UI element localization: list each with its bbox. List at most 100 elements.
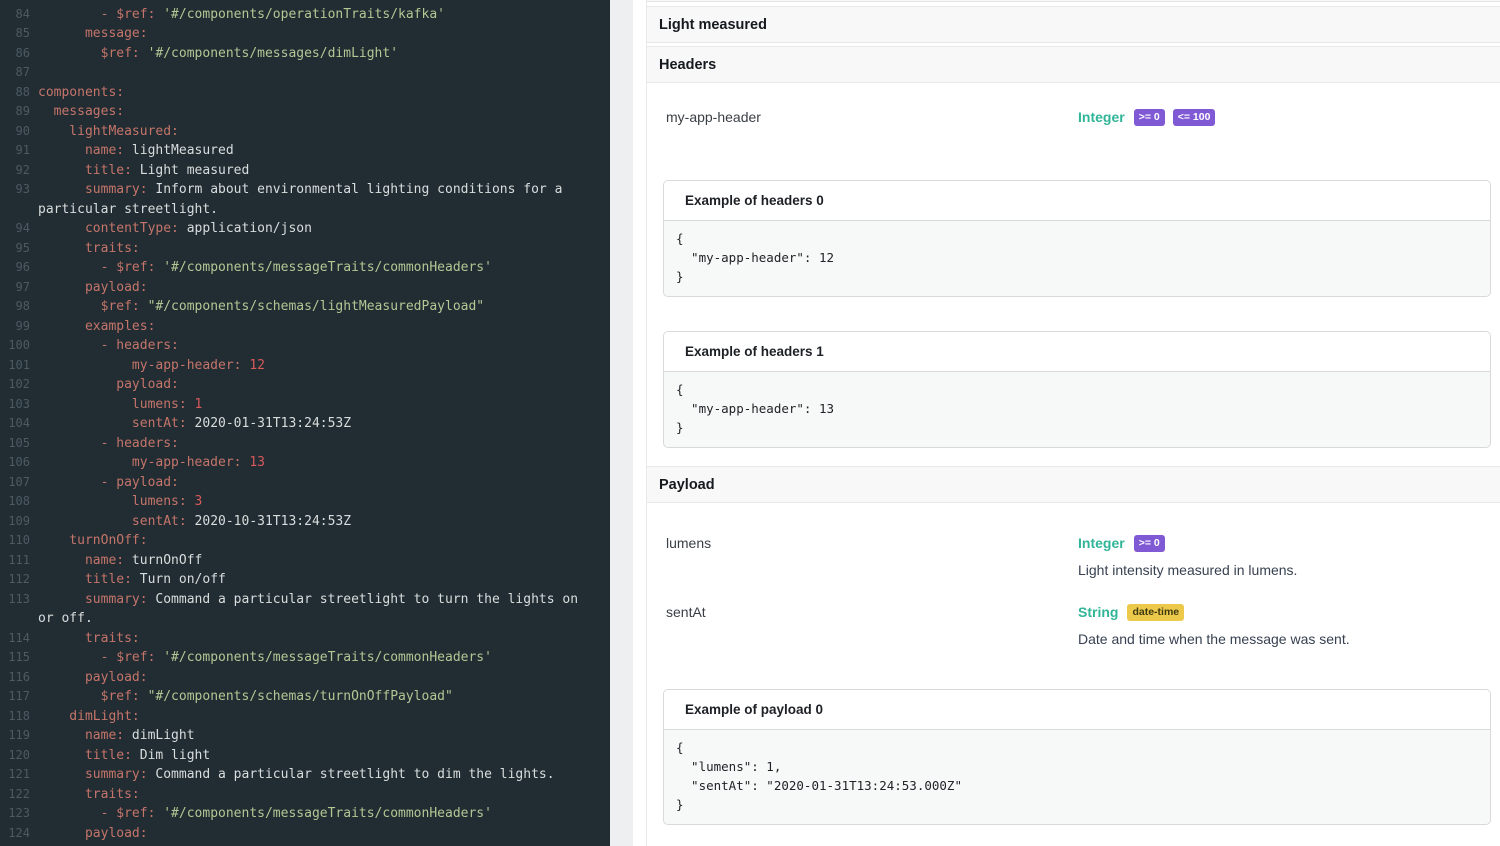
line-number: 111 <box>0 551 30 571</box>
format-badge: date-time <box>1127 604 1184 621</box>
code-line[interactable]: 100 - headers: <box>0 336 610 356</box>
line-number: 124 <box>0 824 30 844</box>
previous-section-edge <box>647 0 1500 2</box>
code-line[interactable]: or off. <box>0 609 610 629</box>
code-lines: 83 traits:84 - $ref: '#/components/opera… <box>0 0 610 843</box>
line-number: 97 <box>0 278 30 298</box>
line-number: 114 <box>0 629 30 649</box>
line-number: 119 <box>0 726 30 746</box>
code-line[interactable]: 102 payload: <box>0 375 610 395</box>
property-row-lumens: lumens Integer >= 0 Light intensity meas… <box>647 533 1500 580</box>
code-editor[interactable]: 83 traits:84 - $ref: '#/components/opera… <box>0 0 610 846</box>
code-line[interactable]: 124 payload: <box>0 824 610 844</box>
payload-section-title: Payload <box>659 477 715 493</box>
line-number: 84 <box>0 5 30 25</box>
example-json: { "my-app-header": 13 } <box>664 372 1490 447</box>
line-number: 104 <box>0 414 30 434</box>
code-line[interactable]: 118 dimLight: <box>0 707 610 727</box>
code-line[interactable]: 116 payload: <box>0 668 610 688</box>
code-line[interactable]: 107 - payload: <box>0 473 610 493</box>
line-number: 118 <box>0 707 30 727</box>
code-line[interactable]: 85 message: <box>0 24 610 44</box>
code-line[interactable]: particular streetlight. <box>0 200 610 220</box>
property-row-sentAt: sentAt String date-time Date and time wh… <box>647 602 1500 649</box>
line-number: 102 <box>0 375 30 395</box>
line-number: 110 <box>0 531 30 551</box>
code-line[interactable]: 105 - headers: <box>0 434 610 454</box>
line-number: 113 <box>0 590 30 610</box>
payload-section-bar[interactable]: Payload <box>647 466 1500 503</box>
property-name: my-app-header <box>666 107 1078 127</box>
example-title: Example of payload 0 <box>685 702 823 717</box>
code-line[interactable]: 119 name: dimLight <box>0 726 610 746</box>
property-name: lumens <box>666 533 1078 580</box>
code-line[interactable]: 111 name: turnOnOff <box>0 551 610 571</box>
headers-example-1: Example of headers 1 { "my-app-header": … <box>663 331 1491 448</box>
line-number: 96 <box>0 258 30 278</box>
code-line[interactable]: 97 payload: <box>0 278 610 298</box>
code-line[interactable]: 90 lightMeasured: <box>0 122 610 142</box>
code-line[interactable]: 108 lumens: 3 <box>0 492 610 512</box>
line-number: 103 <box>0 395 30 415</box>
code-line[interactable]: 87 <box>0 63 610 83</box>
message-title-bar: Light measured <box>647 6 1500 43</box>
code-line[interactable]: 113 summary: Command a particular street… <box>0 590 610 610</box>
code-line[interactable]: 92 title: Light measured <box>0 161 610 181</box>
code-line[interactable]: 89 messages: <box>0 102 610 122</box>
asyncapi-studio: 83 traits:84 - $ref: '#/components/opera… <box>0 0 1500 846</box>
code-line[interactable]: 88components: <box>0 83 610 103</box>
property-type: Integer <box>1078 109 1125 125</box>
line-number <box>0 609 30 629</box>
example-title: Example of headers 0 <box>685 193 824 208</box>
code-line[interactable]: 91 name: lightMeasured <box>0 141 610 161</box>
constraint-badge: >= 0 <box>1134 109 1165 126</box>
code-line[interactable]: 94 contentType: application/json <box>0 219 610 239</box>
property-name: sentAt <box>666 602 1078 649</box>
code-line[interactable]: 109 sentAt: 2020-10-31T13:24:53Z <box>0 512 610 532</box>
headers-section-bar[interactable]: Headers <box>647 46 1500 83</box>
constraint-badge: >= 0 <box>1134 535 1165 552</box>
code-line[interactable]: 96 - $ref: '#/components/messageTraits/c… <box>0 258 610 278</box>
code-line[interactable]: 99 examples: <box>0 317 610 337</box>
line-number: 120 <box>0 746 30 766</box>
headers-example-0: Example of headers 0 { "my-app-header": … <box>663 180 1491 297</box>
property-description: Date and time when the message was sent. <box>1078 630 1500 649</box>
code-line[interactable]: 95 traits: <box>0 239 610 259</box>
code-line[interactable]: 115 - $ref: '#/components/messageTraits/… <box>0 648 610 668</box>
code-line[interactable]: 103 lumens: 1 <box>0 395 610 415</box>
code-line[interactable]: 123 - $ref: '#/components/messageTraits/… <box>0 804 610 824</box>
headers-section-title: Headers <box>659 57 716 73</box>
line-number: 112 <box>0 570 30 590</box>
line-number: 85 <box>0 24 30 44</box>
code-line[interactable]: 110 turnOnOff: <box>0 531 610 551</box>
code-line[interactable]: 84 - $ref: '#/components/operationTraits… <box>0 5 610 25</box>
code-line[interactable]: 114 traits: <box>0 629 610 649</box>
docs-content: Light measured Headers my-app-header Int… <box>646 0 1500 846</box>
code-line[interactable]: 112 title: Turn on/off <box>0 570 610 590</box>
line-number: 122 <box>0 785 30 805</box>
line-number: 109 <box>0 512 30 532</box>
code-line[interactable]: 104 sentAt: 2020-01-31T13:24:53Z <box>0 414 610 434</box>
example-json: { "lumens": 1, "sentAt": "2020-01-31T13:… <box>664 730 1490 824</box>
panel-divider[interactable] <box>610 0 633 846</box>
line-number: 121 <box>0 765 30 785</box>
code-line[interactable]: 106 my-app-header: 13 <box>0 453 610 473</box>
property-type: String <box>1078 604 1118 620</box>
code-line[interactable]: 122 traits: <box>0 785 610 805</box>
line-number: 94 <box>0 219 30 239</box>
line-number: 108 <box>0 492 30 512</box>
code-line[interactable]: 117 $ref: "#/components/schemas/turnOnOf… <box>0 687 610 707</box>
line-number: 86 <box>0 44 30 64</box>
docs-panel[interactable]: Light measured Headers my-app-header Int… <box>633 0 1500 846</box>
code-line[interactable]: 120 title: Dim light <box>0 746 610 766</box>
code-line[interactable]: 93 summary: Inform about environmental l… <box>0 180 610 200</box>
line-number: 90 <box>0 122 30 142</box>
line-number: 92 <box>0 161 30 181</box>
line-number: 98 <box>0 297 30 317</box>
line-number: 107 <box>0 473 30 493</box>
line-number: 101 <box>0 356 30 376</box>
code-line[interactable]: 86 $ref: '#/components/messages/dimLight… <box>0 44 610 64</box>
code-line[interactable]: 98 $ref: "#/components/schemas/lightMeas… <box>0 297 610 317</box>
code-line[interactable]: 121 summary: Command a particular street… <box>0 765 610 785</box>
code-line[interactable]: 101 my-app-header: 12 <box>0 356 610 376</box>
